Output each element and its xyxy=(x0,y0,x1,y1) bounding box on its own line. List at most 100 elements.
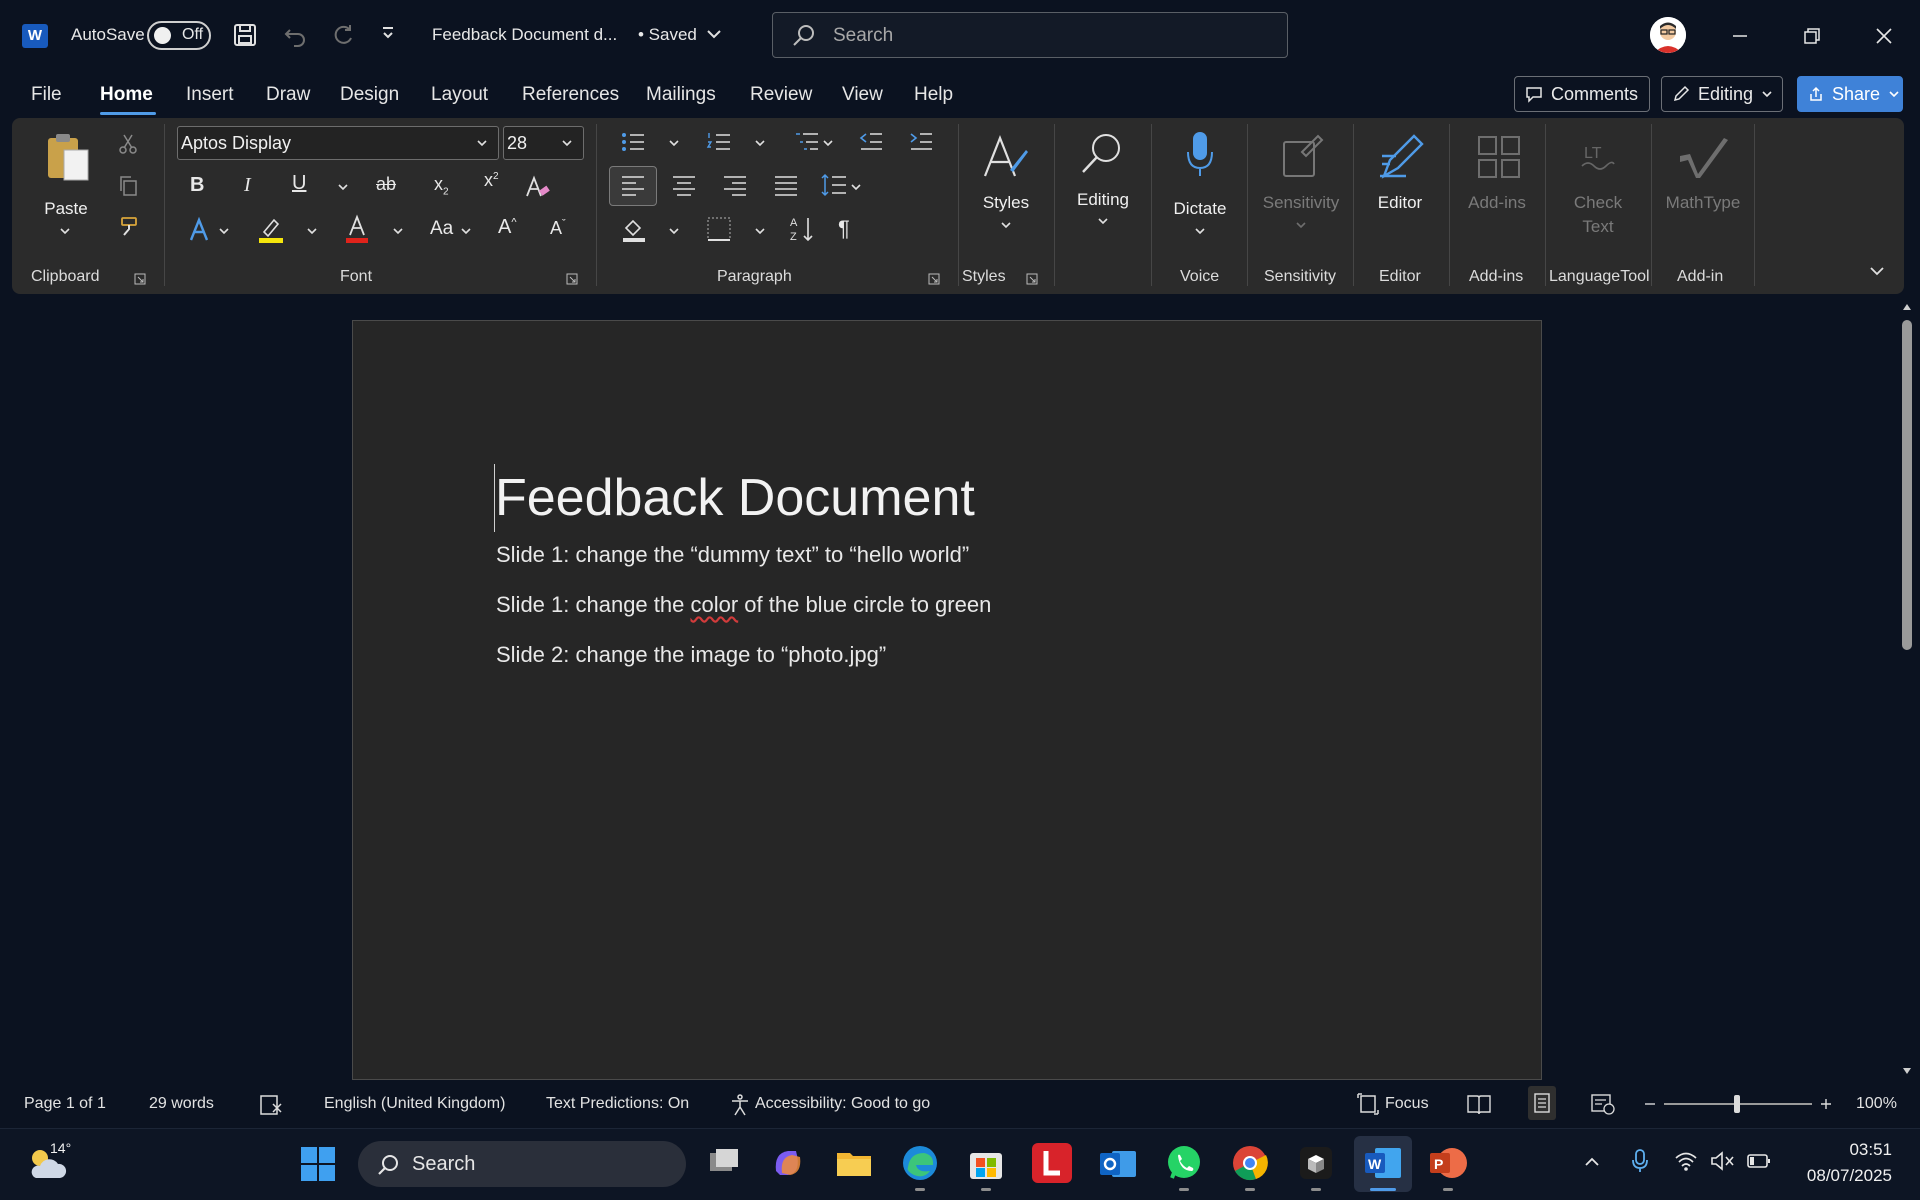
font-size-dropdown[interactable]: 28 xyxy=(503,126,584,160)
user-avatar[interactable] xyxy=(1650,17,1686,53)
strikethrough-icon[interactable]: ab xyxy=(376,174,396,195)
format-painter-icon[interactable] xyxy=(116,215,140,239)
superscript-icon[interactable]: x2 xyxy=(484,170,499,191)
focus-icon[interactable] xyxy=(1356,1092,1380,1116)
addins-label[interactable]: Add-ins xyxy=(1462,193,1532,213)
bold-icon[interactable]: B xyxy=(190,174,204,197)
highlight-icon[interactable] xyxy=(256,214,286,244)
multilevel-chevron-down-icon[interactable] xyxy=(822,138,834,148)
misspelled-word[interactable]: color xyxy=(690,592,738,617)
page-count[interactable]: Page 1 of 1 xyxy=(24,1095,106,1113)
numbering-icon[interactable] xyxy=(706,130,732,154)
document-line-3[interactable]: Slide 2: change the image to “photo.jpg” xyxy=(496,642,886,668)
file-explorer-icon[interactable] xyxy=(834,1143,874,1183)
align-right-icon[interactable] xyxy=(722,174,748,196)
mathtype-label[interactable]: MathType xyxy=(1660,193,1746,213)
grow-font-icon[interactable]: A^ xyxy=(498,216,517,239)
styles-launcher-icon[interactable] xyxy=(1026,273,1038,285)
document-line-2[interactable]: Slide 1: change the color of the blue ci… xyxy=(496,592,991,618)
clock-date[interactable]: 08/07/2025 xyxy=(1786,1166,1892,1186)
multilevel-list-icon[interactable] xyxy=(794,130,820,154)
change-case-icon[interactable]: Aa xyxy=(430,218,453,240)
clock-time[interactable]: 03:51 xyxy=(1816,1140,1892,1160)
editor-icon[interactable] xyxy=(1376,132,1426,182)
paragraph-launcher-icon[interactable] xyxy=(928,273,940,285)
italic-icon[interactable]: I xyxy=(244,174,251,197)
chrome-icon[interactable] xyxy=(1230,1143,1270,1183)
editing-chevron-down-icon[interactable] xyxy=(1096,216,1110,226)
tab-view[interactable]: View xyxy=(842,84,883,106)
find-icon[interactable] xyxy=(1078,130,1126,178)
share-button[interactable]: Share xyxy=(1797,76,1903,112)
accessibility-icon[interactable] xyxy=(728,1093,752,1117)
copy-icon[interactable] xyxy=(116,174,140,198)
check-text-label-line2[interactable]: Text xyxy=(1568,217,1628,237)
font-name-dropdown[interactable]: Aptos Display xyxy=(177,126,499,160)
battery-icon[interactable] xyxy=(1746,1152,1772,1170)
zoom-out-icon[interactable] xyxy=(1642,1096,1658,1112)
zoom-slider-thumb[interactable] xyxy=(1734,1095,1740,1113)
align-center-icon[interactable] xyxy=(671,174,697,196)
underline-icon[interactable]: U xyxy=(292,172,306,195)
microsoft-store-icon[interactable] xyxy=(966,1143,1006,1183)
decrease-indent-icon[interactable] xyxy=(858,130,884,154)
document-line-1[interactable]: Slide 1: change the “dummy text” to “hel… xyxy=(496,542,969,568)
cut-icon[interactable] xyxy=(116,132,140,156)
document-page[interactable] xyxy=(352,320,1542,1080)
paste-label[interactable]: Paste xyxy=(44,199,88,219)
sensitivity-chevron-down-icon[interactable] xyxy=(1294,220,1308,230)
tab-mailings[interactable]: Mailings xyxy=(646,84,716,106)
read-mode-icon[interactable] xyxy=(1466,1092,1492,1116)
text-effects-icon[interactable] xyxy=(187,216,213,244)
justify-icon[interactable] xyxy=(773,174,799,196)
font-color-icon[interactable] xyxy=(342,214,372,244)
editing-mode-button[interactable]: Editing xyxy=(1661,76,1783,112)
microphone-icon[interactable] xyxy=(1184,130,1216,180)
l-app-icon[interactable] xyxy=(1032,1143,1072,1183)
tab-design[interactable]: Design xyxy=(340,84,399,106)
dictate-label[interactable]: Dictate xyxy=(1168,199,1232,219)
increase-indent-icon[interactable] xyxy=(908,130,934,154)
bullets-icon[interactable] xyxy=(620,130,646,154)
saved-status[interactable]: • Saved xyxy=(638,25,697,45)
sort-icon[interactable]: AZ xyxy=(788,214,816,244)
web-layout-icon[interactable] xyxy=(1590,1092,1616,1116)
editor-label[interactable]: Editor xyxy=(1372,193,1428,213)
ribbon-collapse-chevron-down-icon[interactable] xyxy=(1868,264,1886,278)
search-box[interactable]: Search xyxy=(772,12,1288,58)
copilot-icon[interactable] xyxy=(768,1143,808,1183)
tab-layout[interactable]: Layout xyxy=(431,84,488,106)
focus-label[interactable]: Focus xyxy=(1385,1095,1429,1113)
word-taskbar-button[interactable]: W xyxy=(1354,1136,1412,1192)
paste-chevron-down-icon[interactable] xyxy=(58,226,72,236)
scrollbar-thumb[interactable] xyxy=(1902,320,1912,650)
font-launcher-icon[interactable] xyxy=(566,273,578,285)
borders-chevron-down-icon[interactable] xyxy=(754,226,766,236)
font-color-chevron-down-icon[interactable] xyxy=(392,226,404,236)
close-button[interactable] xyxy=(1864,16,1904,56)
tab-review[interactable]: Review xyxy=(750,84,812,106)
underline-chevron-down-icon[interactable] xyxy=(337,182,349,192)
show-hidden-icons-chevron-up-icon[interactable] xyxy=(1582,1152,1602,1172)
subscript-icon[interactable]: x2 xyxy=(434,174,449,198)
restore-button[interactable] xyxy=(1792,16,1832,56)
shrink-font-icon[interactable]: Aˇ xyxy=(550,218,566,239)
document-heading[interactable]: Feedback Document xyxy=(495,468,975,528)
check-text-label-line1[interactable]: Check xyxy=(1568,193,1628,213)
editing-label[interactable]: Editing xyxy=(1072,190,1134,210)
shading-chevron-down-icon[interactable] xyxy=(668,226,680,236)
sensitivity-label[interactable]: Sensitivity xyxy=(1258,193,1344,213)
dictate-chevron-down-icon[interactable] xyxy=(1193,226,1207,236)
box-app-icon[interactable] xyxy=(1296,1143,1336,1183)
edge-browser-icon[interactable] xyxy=(900,1143,940,1183)
outlook-icon[interactable] xyxy=(1098,1143,1138,1183)
sensitivity-icon[interactable] xyxy=(1280,132,1326,178)
tab-references[interactable]: References xyxy=(522,84,619,106)
numbering-chevron-down-icon[interactable] xyxy=(754,138,766,148)
word-count[interactable]: 29 words xyxy=(149,1095,214,1113)
show-formatting-icon[interactable]: ¶ xyxy=(838,216,850,242)
bullets-chevron-down-icon[interactable] xyxy=(668,138,680,148)
tab-insert[interactable]: Insert xyxy=(186,84,234,106)
powerpoint-icon[interactable]: P xyxy=(1428,1143,1468,1183)
taskbar-search[interactable]: Search xyxy=(358,1141,686,1187)
